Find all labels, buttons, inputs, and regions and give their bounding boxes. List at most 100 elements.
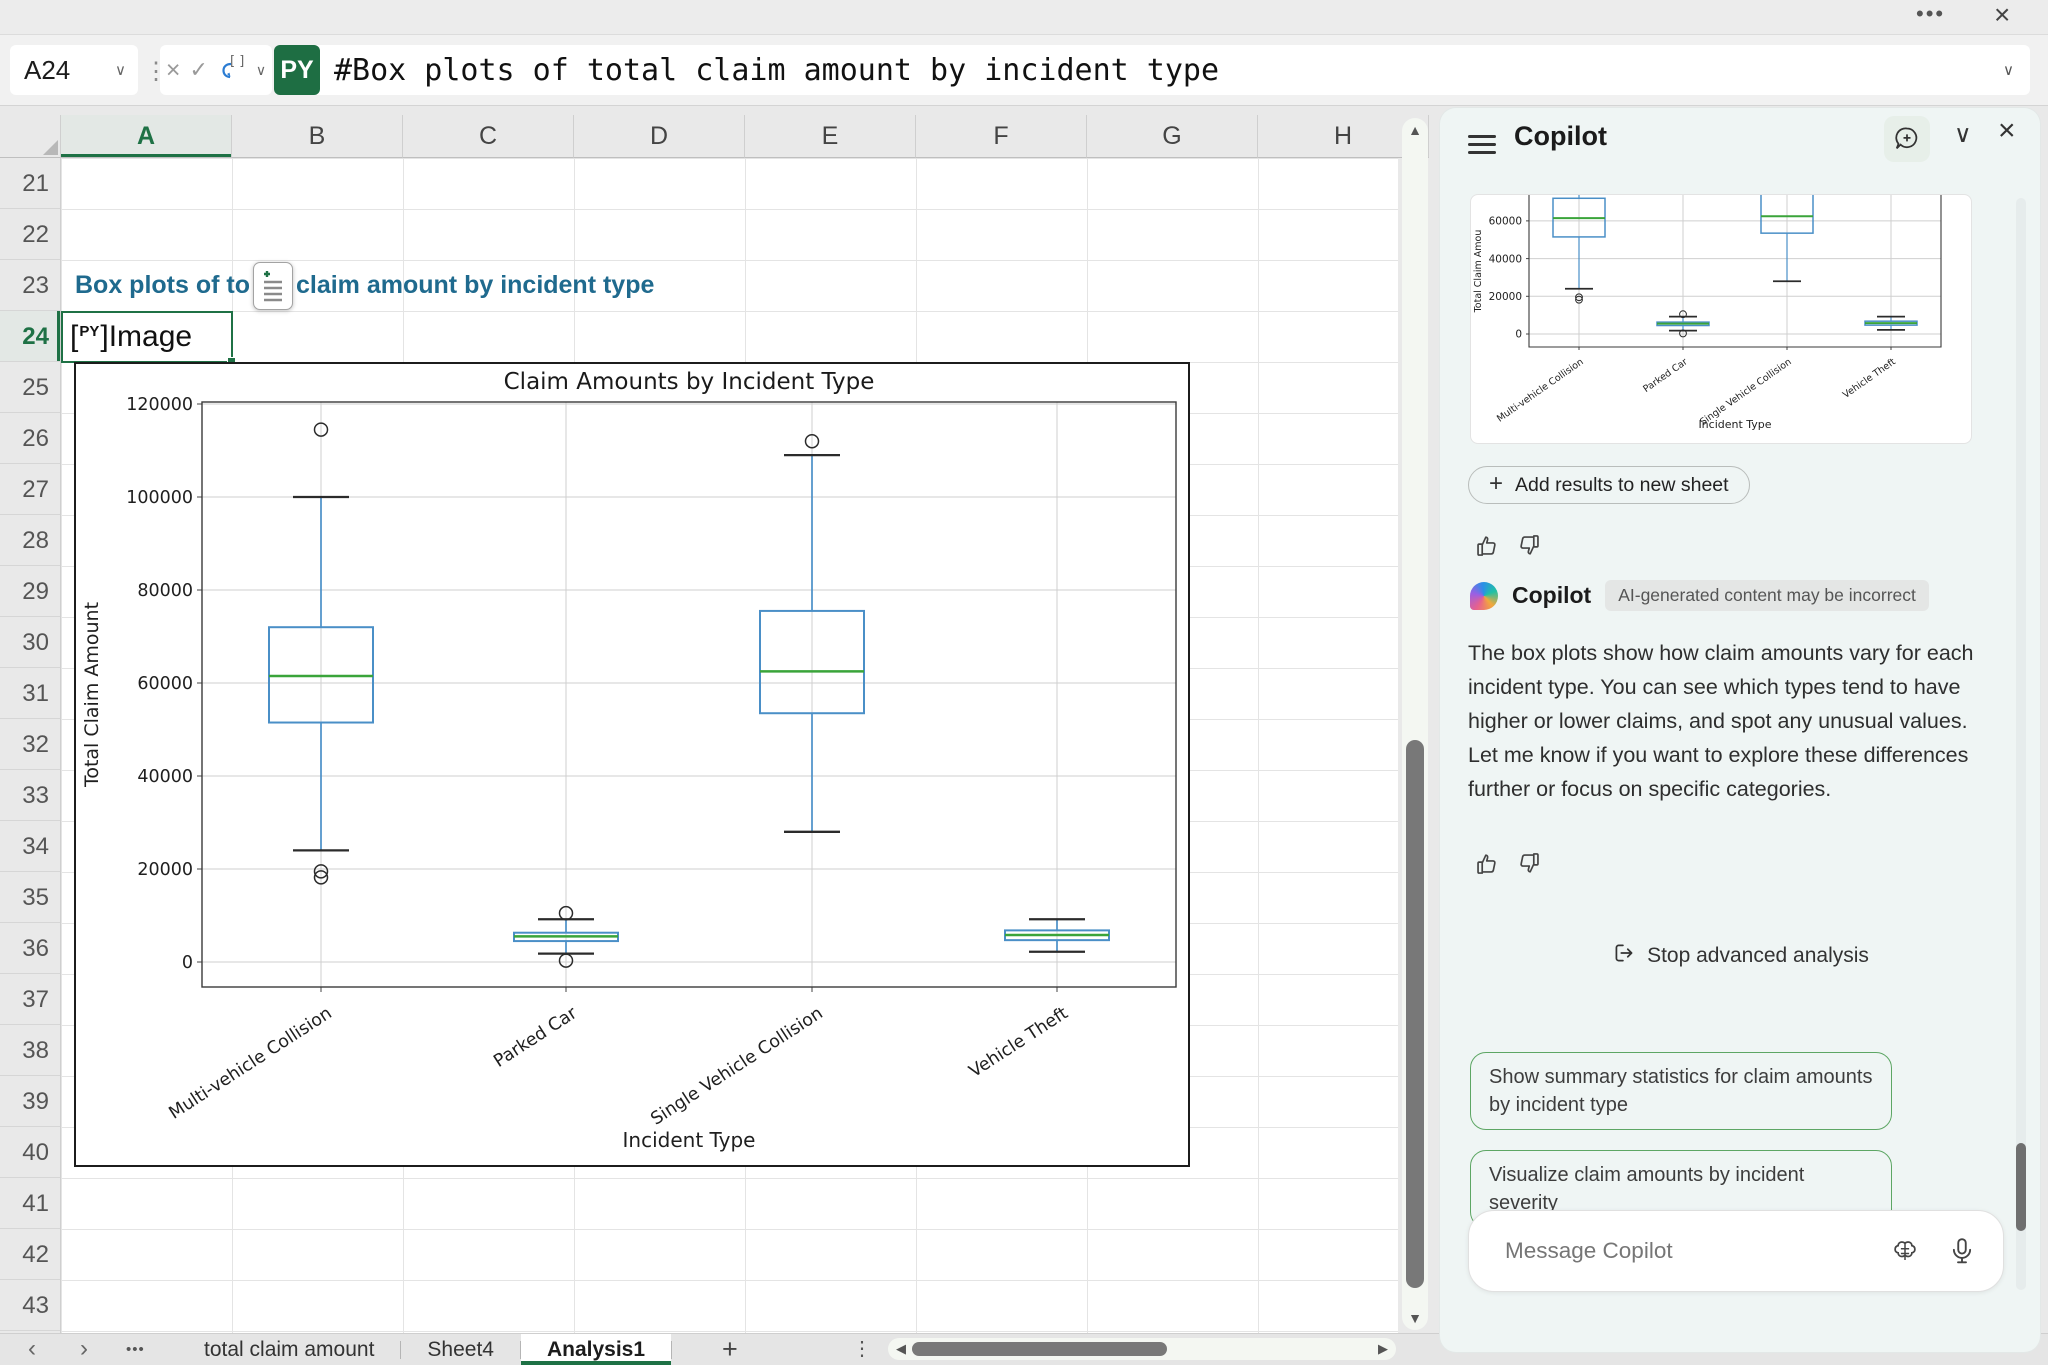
column-header-C[interactable]: C xyxy=(403,115,574,158)
add-results-label: Add results to new sheet xyxy=(1515,474,1729,497)
svg-text:Multi-vehicle Collision: Multi-vehicle Collision xyxy=(166,1003,336,1123)
svg-text:20000: 20000 xyxy=(1489,291,1522,303)
column-header-B[interactable]: B xyxy=(232,115,403,158)
row-header-21[interactable]: 21 xyxy=(0,158,60,209)
panel-close-icon[interactable]: × xyxy=(1998,114,2016,148)
svg-text:Incident Type: Incident Type xyxy=(1698,418,1771,431)
sheet-nav-next-icon[interactable]: › xyxy=(80,1334,88,1364)
row-header-31[interactable]: 31 xyxy=(0,668,60,719)
stop-advanced-analysis-button[interactable]: Stop advanced analysis xyxy=(1440,940,2040,972)
row-header-40[interactable]: 40 xyxy=(0,1127,60,1178)
row-header-22[interactable]: 22 xyxy=(0,209,60,260)
formula-input-area[interactable]: PY #Box plots of total claim amount by i… xyxy=(274,45,2030,95)
row-header-38[interactable]: 38 xyxy=(0,1025,60,1076)
tab-divider xyxy=(671,1341,672,1359)
thumbs-up-icon[interactable] xyxy=(1474,850,1501,877)
svg-text:60000: 60000 xyxy=(1489,216,1522,228)
feedback-row xyxy=(1474,532,1542,559)
row-header-25[interactable]: 25 xyxy=(0,362,60,413)
sheet-tab-total-claim-amount[interactable]: total claim amount xyxy=(178,1334,400,1365)
active-cell[interactable]: [PY]Image xyxy=(61,311,233,363)
mini-chart-card[interactable]: 0200004000060000Multi-vehicle CollisionP… xyxy=(1470,194,1972,444)
sheet-tabs: total claim amountSheet4Analysis1 xyxy=(178,1334,672,1365)
row-header-32[interactable]: 32 xyxy=(0,719,60,770)
row-header-29[interactable]: 29 xyxy=(0,566,60,617)
copilot-message: The box plots show how claim amounts var… xyxy=(1468,636,1976,806)
row-header-36[interactable]: 36 xyxy=(0,923,60,974)
grid-vscrollbar[interactable]: ▲ ▼ xyxy=(1402,118,1428,1330)
collapse-chevron-icon[interactable]: ∨ xyxy=(1954,120,1972,149)
row-header-26[interactable]: 26 xyxy=(0,413,60,464)
row-header-43[interactable]: 43 xyxy=(0,1280,60,1331)
thumbs-down-icon[interactable] xyxy=(1515,532,1542,559)
formula-bar: A24 ∨ ⋮ × ✓ [ ] ∨ PY #Box plots of total… xyxy=(0,35,2048,106)
column-header-A[interactable]: A xyxy=(61,115,232,158)
cancel-icon[interactable]: × xyxy=(166,56,181,85)
suggestion-chip-1[interactable]: Show summary statistics for claim amount… xyxy=(1470,1052,1892,1130)
row-header-34[interactable]: 34 xyxy=(0,821,60,872)
stop-icon xyxy=(1611,940,1637,972)
thumbs-down-icon[interactable] xyxy=(1515,850,1542,877)
scroll-right-icon[interactable]: ▶ xyxy=(1378,1338,1388,1360)
scroll-left-icon[interactable]: ◀ xyxy=(896,1338,906,1360)
select-all-corner[interactable] xyxy=(0,115,61,158)
message-input[interactable] xyxy=(1503,1211,1873,1291)
window-close-icon[interactable]: × xyxy=(1994,0,2010,31)
panel-scrollbar-thumb[interactable] xyxy=(2016,1143,2026,1231)
column-header-E[interactable]: E xyxy=(745,115,916,158)
brain-icon[interactable] xyxy=(1890,1237,1920,1272)
row-header-27[interactable]: 27 xyxy=(0,464,60,515)
formula-expand-chevron-icon[interactable]: ∨ xyxy=(2003,61,2014,79)
cell-note-text-1: Box plots of to xyxy=(75,271,250,300)
new-chat-icon[interactable] xyxy=(1884,116,1930,162)
thumbs-up-icon[interactable] xyxy=(1474,532,1501,559)
row-header-23[interactable]: 23 xyxy=(0,260,60,311)
row-header-24[interactable]: 24 xyxy=(0,311,60,362)
scroll-down-icon[interactable]: ▼ xyxy=(1402,1310,1428,1326)
copilot-panel: Copilot ∨ × 0200004000060000Multi-vehicl… xyxy=(1440,108,2040,1352)
svg-text:0: 0 xyxy=(1515,329,1522,341)
grid-hscrollbar-thumb[interactable] xyxy=(912,1342,1167,1356)
name-box-chevron-icon[interactable]: ∨ xyxy=(115,61,126,79)
add-results-button[interactable]: + Add results to new sheet xyxy=(1468,466,1750,504)
mic-icon[interactable] xyxy=(1947,1236,1977,1271)
sheet-menu-icon[interactable]: ⋮ xyxy=(852,1334,872,1365)
name-box[interactable]: A24 ∨ xyxy=(10,45,138,95)
sheet-nav-more-icon[interactable]: ••• xyxy=(126,1334,145,1365)
window-more-icon[interactable]: ••• xyxy=(1916,1,1945,27)
row-header-42[interactable]: 42 xyxy=(0,1229,60,1280)
sheet-tab-analysis1[interactable]: Analysis1 xyxy=(521,1334,671,1365)
add-sheet-button[interactable]: + xyxy=(722,1334,738,1364)
svg-text:Vehicle Theft: Vehicle Theft xyxy=(1841,356,1898,400)
row-header-39[interactable]: 39 xyxy=(0,1076,60,1127)
row-header-37[interactable]: 37 xyxy=(0,974,60,1025)
panel-scrollbar[interactable] xyxy=(2016,198,2026,1290)
svg-text:Multi-vehicle Collision: Multi-vehicle Collision xyxy=(1495,356,1586,424)
embedded-chart-image[interactable]: 020000400006000080000100000120000Multi-v… xyxy=(74,362,1190,1167)
column-header-G[interactable]: G xyxy=(1087,115,1258,158)
column-header-D[interactable]: D xyxy=(574,115,745,158)
insert-chevron-icon[interactable]: ∨ xyxy=(256,62,266,79)
excel-window: ••• × A24 ∨ ⋮ × ✓ [ ] ∨ PY #Box plots of… xyxy=(0,0,2048,1365)
data-card-icon[interactable] xyxy=(253,262,293,310)
svg-text:100000: 100000 xyxy=(126,488,193,508)
row-header-28[interactable]: 28 xyxy=(0,515,60,566)
scroll-up-icon[interactable]: ▲ xyxy=(1402,122,1428,138)
grid-hscrollbar[interactable]: ◀ ▶ xyxy=(888,1338,1396,1360)
formula-text[interactable]: #Box plots of total claim amount by inci… xyxy=(334,53,2003,88)
grid-vscrollbar-thumb[interactable] xyxy=(1406,740,1424,1288)
row-header-35[interactable]: 35 xyxy=(0,872,60,923)
svg-text:Parked Car: Parked Car xyxy=(1641,356,1690,395)
python-insert-icon[interactable]: [ ] xyxy=(217,52,247,89)
column-header-F[interactable]: F xyxy=(916,115,1087,158)
sheet-tab-sheet4[interactable]: Sheet4 xyxy=(401,1334,520,1365)
row-header-33[interactable]: 33 xyxy=(0,770,60,821)
copilot-logo-icon xyxy=(1470,582,1498,610)
row-header-30[interactable]: 30 xyxy=(0,617,60,668)
menu-icon[interactable] xyxy=(1468,135,1496,138)
select-all-triangle-icon xyxy=(43,140,58,155)
svg-text:40000: 40000 xyxy=(137,767,193,787)
confirm-icon[interactable]: ✓ xyxy=(189,57,207,83)
row-header-41[interactable]: 41 xyxy=(0,1178,60,1229)
sheet-nav-prev-icon[interactable]: ‹ xyxy=(28,1334,36,1364)
